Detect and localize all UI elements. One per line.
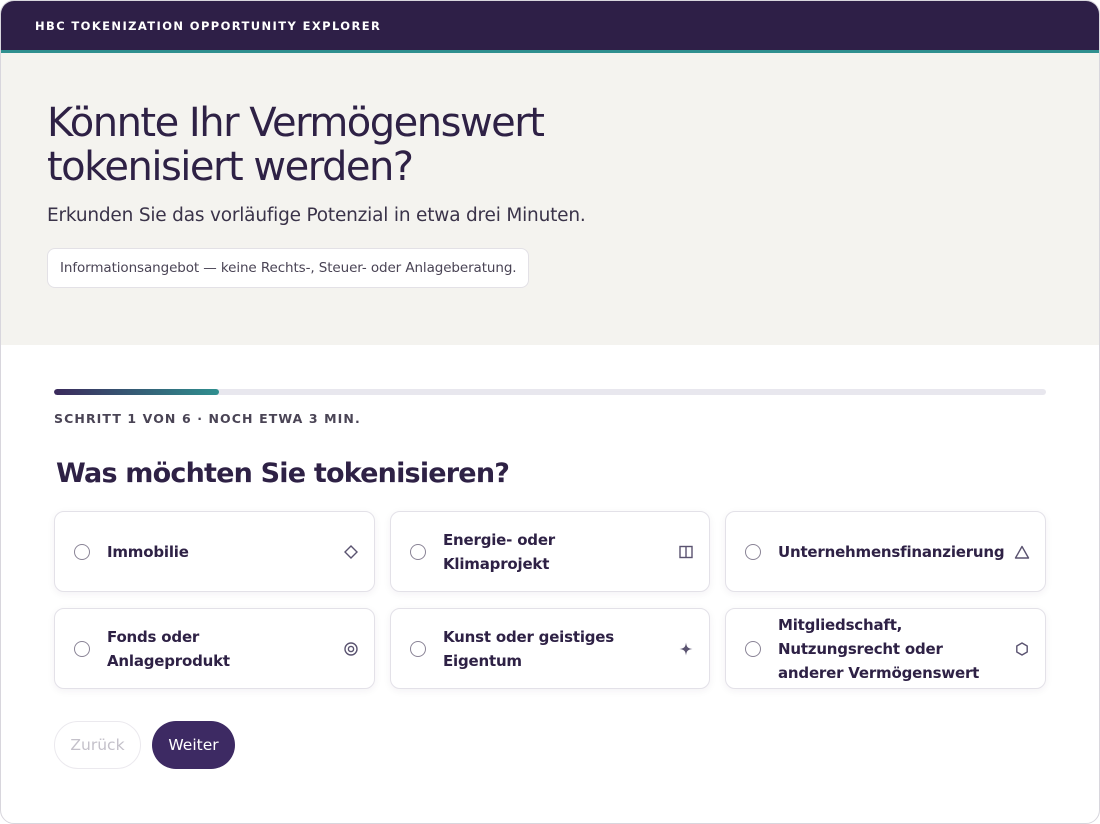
progress-bar-fill [54,389,220,395]
radio-button[interactable] [74,543,90,560]
option-label: Kunst oder geistiges Eigentum [443,627,615,670]
step-indicator: SCHRITT 1 VON 6 · NOCH ETWA 3 MIN. [54,411,361,426]
radio-button[interactable] [410,543,426,560]
form-actions: Zurück Weiter [54,721,1046,769]
option-card-immobilie[interactable]: Immobilie [54,511,375,592]
progress-bar [54,389,1046,395]
split-square-icon [677,543,695,561]
app-window: HBC TOKENIZATION OPPORTUNITY EXPLORER Kö… [0,0,1100,824]
option-label: Mitgliedschaft, Nutzungsrecht oder ander… [778,615,980,682]
disclaimer-note: Informationsangebot — keine Rechts-, Ste… [47,248,530,288]
back-button[interactable]: Zurück [54,721,141,769]
option-card-mitgliedschaft[interactable]: Mitgliedschaft, Nutzungsrecht oder ander… [725,608,1046,689]
option-card-kunst[interactable]: Kunst oder geistiges Eigentum [390,608,710,689]
option-card-energie[interactable]: Energie- oder Klimaprojekt [390,511,710,592]
hexagon-icon [1013,640,1031,658]
diamond-icon [342,543,360,561]
option-label: Fonds oder Anlageprodukt [107,627,230,670]
target-icon [342,640,360,658]
radio-button[interactable] [410,640,426,657]
hero-section: Könnte Ihr Vermögenswert tokenisiert wer… [1,53,1099,345]
next-button[interactable]: Weiter [152,721,235,769]
question-title: Was möchten Sie tokenisieren? [56,458,510,489]
page-subtitle: Erkunden Sie das vorläufige Potenzial in… [47,205,586,226]
radio-button[interactable] [745,640,761,657]
triangle-icon [1013,543,1031,561]
option-label: Immobilie [107,542,189,561]
top-bar: HBC TOKENIZATION OPPORTUNITY EXPLORER [1,1,1099,53]
brand-title: HBC TOKENIZATION OPPORTUNITY EXPLORER [35,18,382,33]
radio-button[interactable] [74,640,90,657]
page-title: Könnte Ihr Vermögenswert tokenisiert wer… [47,100,545,190]
radio-button[interactable] [745,543,761,560]
option-label: Unternehmensfinanzierung [778,542,1005,561]
sparkle-icon [677,640,695,658]
option-card-fonds[interactable]: Fonds oder Anlageprodukt [54,608,375,689]
option-grid: Immobilie Energie- oder Klimaprojekt Unt… [54,511,1046,689]
option-label: Energie- oder Klimaprojekt [443,530,556,573]
option-card-unternehmensfinanzierung[interactable]: Unternehmensfinanzierung [725,511,1046,592]
questionnaire: SCHRITT 1 VON 6 · NOCH ETWA 3 MIN. Was m… [1,345,1099,769]
